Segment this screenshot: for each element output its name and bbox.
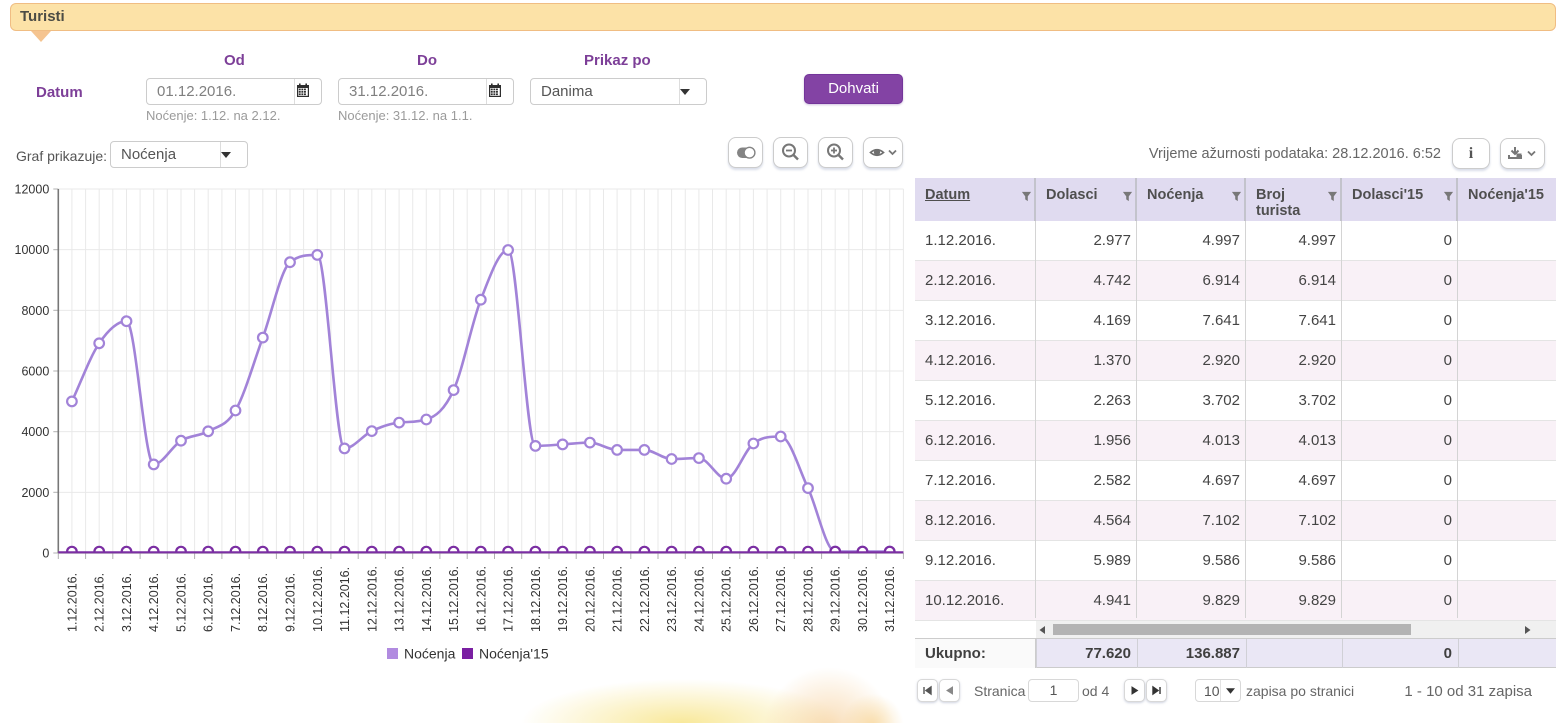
svg-text:15.12.2016.: 15.12.2016. bbox=[447, 566, 461, 632]
svg-text:3.12.2016.: 3.12.2016. bbox=[120, 573, 134, 632]
svg-text:4.12.2016.: 4.12.2016. bbox=[147, 573, 161, 632]
svg-text:23.12.2016.: 23.12.2016. bbox=[665, 566, 679, 632]
svg-text:12000: 12000 bbox=[15, 183, 50, 197]
svg-text:11.12.2016.: 11.12.2016. bbox=[338, 567, 352, 632]
svg-text:4000: 4000 bbox=[21, 425, 49, 439]
svg-text:Noćenja'15: Noćenja'15 bbox=[479, 646, 549, 662]
svg-text:Noćenja: Noćenja bbox=[404, 646, 456, 662]
svg-text:29.12.2016.: 29.12.2016. bbox=[829, 566, 843, 632]
svg-text:21.12.2016.: 21.12.2016. bbox=[611, 566, 625, 632]
svg-text:6000: 6000 bbox=[21, 365, 49, 379]
svg-text:26.12.2016.: 26.12.2016. bbox=[747, 566, 761, 632]
svg-text:1.12.2016.: 1.12.2016. bbox=[65, 573, 79, 632]
svg-text:8.12.2016.: 8.12.2016. bbox=[256, 573, 270, 632]
svg-text:22.12.2016.: 22.12.2016. bbox=[638, 566, 652, 632]
svg-text:19.12.2016.: 19.12.2016. bbox=[556, 566, 570, 632]
svg-text:2.12.2016.: 2.12.2016. bbox=[93, 573, 107, 632]
svg-text:9.12.2016.: 9.12.2016. bbox=[284, 573, 298, 632]
svg-text:28.12.2016.: 28.12.2016. bbox=[802, 566, 816, 632]
svg-text:27.12.2016.: 27.12.2016. bbox=[774, 566, 788, 632]
svg-text:5.12.2016.: 5.12.2016. bbox=[175, 573, 189, 632]
svg-text:2000: 2000 bbox=[21, 486, 49, 500]
svg-text:16.12.2016.: 16.12.2016. bbox=[474, 566, 488, 632]
svg-text:13.12.2016.: 13.12.2016. bbox=[393, 566, 407, 632]
svg-text:10.12.2016.: 10.12.2016. bbox=[311, 566, 325, 632]
svg-text:8000: 8000 bbox=[21, 304, 49, 318]
svg-text:25.12.2016.: 25.12.2016. bbox=[720, 566, 734, 632]
svg-text:17.12.2016.: 17.12.2016. bbox=[502, 566, 516, 632]
svg-text:20.12.2016.: 20.12.2016. bbox=[583, 566, 597, 632]
svg-text:10000: 10000 bbox=[15, 243, 50, 257]
svg-text:0: 0 bbox=[42, 547, 49, 561]
svg-text:30.12.2016.: 30.12.2016. bbox=[856, 566, 870, 632]
svg-text:6.12.2016.: 6.12.2016. bbox=[202, 573, 216, 632]
svg-text:31.12.2016.: 31.12.2016. bbox=[883, 566, 897, 632]
svg-text:18.12.2016.: 18.12.2016. bbox=[529, 566, 543, 632]
svg-text:7.12.2016.: 7.12.2016. bbox=[229, 573, 243, 632]
svg-text:12.12.2016.: 12.12.2016. bbox=[365, 566, 379, 632]
svg-text:24.12.2016.: 24.12.2016. bbox=[692, 566, 706, 632]
svg-text:14.12.2016.: 14.12.2016. bbox=[420, 566, 434, 632]
